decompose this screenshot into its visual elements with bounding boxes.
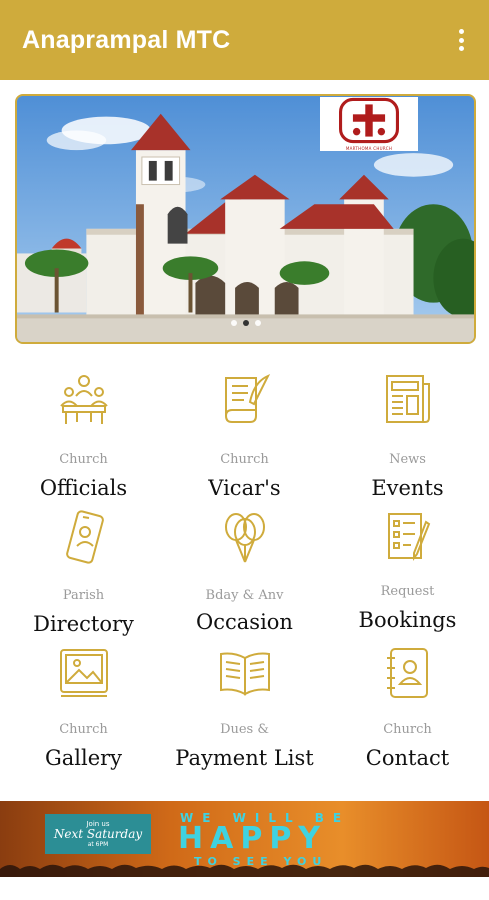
promo-banner[interactable]: Join us Next Saturday at 6PM WE WILL BE … xyxy=(0,801,489,877)
carousel-dot[interactable] xyxy=(230,320,237,326)
menu-tile-payment-list[interactable]: Dues & Payment List xyxy=(163,646,326,776)
tile-subtitle: Parish xyxy=(62,588,105,603)
tile-subtitle: Church xyxy=(383,722,432,737)
promo-headline-main: HAPPY xyxy=(178,821,328,856)
carousel-dot[interactable] xyxy=(242,320,249,326)
menu-tile-contact[interactable]: Church Contact xyxy=(326,646,489,776)
tile-subtitle: Church xyxy=(59,722,108,737)
app-bar: Anaprampal MTC xyxy=(0,0,489,80)
tile-label: Events xyxy=(371,476,444,500)
carousel-indicator xyxy=(17,320,474,326)
checklist-pen-icon xyxy=(387,513,430,561)
church-banner-carousel[interactable]: MARTHOMA CHURCH xyxy=(15,94,476,344)
newspaper-icon xyxy=(385,375,430,423)
scroll-quill-icon xyxy=(224,374,270,423)
tile-subtitle: Bday & Anv xyxy=(205,588,284,603)
officials-icon xyxy=(59,375,108,424)
menu-tile-events[interactable]: News Events xyxy=(326,372,489,502)
menu-tile-directory[interactable]: Parish Directory xyxy=(2,510,165,640)
tile-label: Gallery xyxy=(44,746,123,770)
church-emblem-icon xyxy=(339,97,399,144)
tile-subtitle: News xyxy=(389,452,426,467)
contact-book-icon xyxy=(386,648,428,698)
tile-subtitle: Church xyxy=(220,452,269,467)
tile-label: Officials xyxy=(39,476,128,500)
tile-subtitle: Dues & xyxy=(220,722,269,737)
more-vert-icon[interactable] xyxy=(451,26,471,54)
promo-invite-line3: at 6PM xyxy=(87,841,109,848)
tile-label: Directory xyxy=(33,612,134,636)
tile-subtitle: Request xyxy=(380,584,435,599)
menu-tile-vicars[interactable]: Church Vicar's xyxy=(163,372,326,502)
menu-tile-gallery[interactable]: Church Gallery xyxy=(2,646,165,776)
church-logo: MARTHOMA CHURCH xyxy=(320,97,418,151)
balloons-icon xyxy=(224,513,265,563)
app-title: Anaprampal MTC xyxy=(22,25,231,54)
tile-label: Bookings xyxy=(358,608,457,632)
crowd-silhouette xyxy=(0,864,489,877)
carousel-dot[interactable] xyxy=(254,320,261,326)
open-book-icon xyxy=(219,652,270,696)
tile-subtitle: Church xyxy=(59,452,108,467)
menu-tile-officials[interactable]: Church Officials xyxy=(2,372,165,502)
tile-label: Contact xyxy=(365,746,450,770)
tile-label: Vicar's xyxy=(208,476,281,500)
gallery-icon xyxy=(59,649,108,697)
tile-label: Payment List xyxy=(175,746,314,770)
promo-invite-line2: Next Saturday xyxy=(53,827,143,841)
phone-directory-icon xyxy=(65,510,104,564)
menu-tile-occasion[interactable]: Bday & Anv Occasion xyxy=(163,510,326,640)
tile-label: Occasion xyxy=(196,610,293,634)
menu-tile-bookings[interactable]: Request Bookings xyxy=(326,510,489,640)
logo-caption: MARTHOMA CHURCH xyxy=(345,146,393,151)
promo-invite-box: Join us Next Saturday at 6PM xyxy=(45,814,151,854)
